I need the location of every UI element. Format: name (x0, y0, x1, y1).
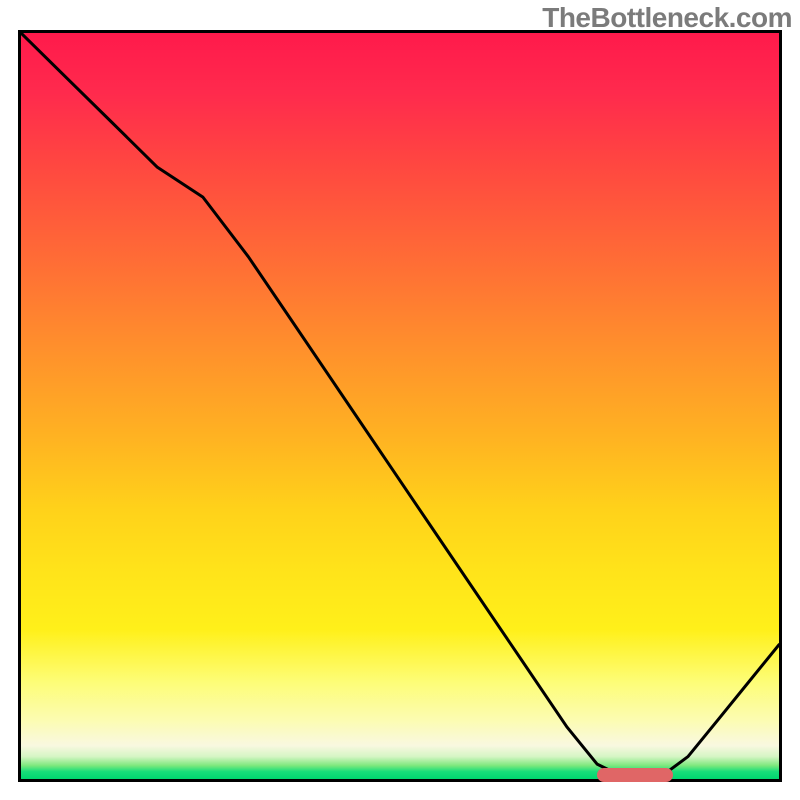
chart-area (18, 30, 782, 782)
optimal-range-marker (597, 768, 673, 782)
bottleneck-curve (21, 33, 779, 779)
